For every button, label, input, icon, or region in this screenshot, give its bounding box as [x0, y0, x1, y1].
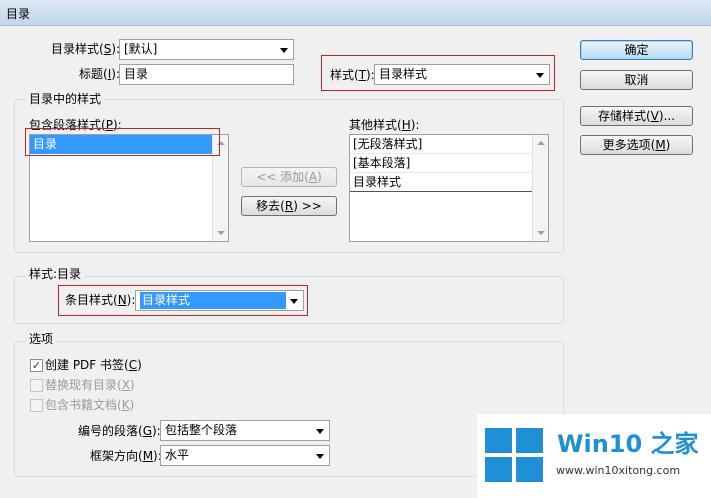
- chevron-down-icon: [280, 48, 288, 53]
- title-input[interactable]: 目录: [119, 64, 294, 85]
- save-style-button[interactable]: 存储样式(V)...: [580, 106, 693, 126]
- toc-style-label: 目录样式(S):: [51, 42, 121, 56]
- scrollbar[interactable]: [532, 135, 548, 241]
- list-item[interactable]: [基本段落]: [350, 154, 532, 173]
- entry-style-value: 目录样式: [140, 292, 286, 309]
- include-highlight-box: [25, 128, 220, 156]
- scroll-down-icon[interactable]: [217, 231, 225, 235]
- scroll-up-icon[interactable]: [537, 141, 545, 145]
- numbered-paragraphs-dropdown[interactable]: 包括整个段落: [160, 420, 330, 441]
- pdf-bookmarks-label[interactable]: 创建 PDF 书签(C): [45, 357, 142, 373]
- toc-style-dropdown[interactable]: [默认]: [119, 39, 294, 60]
- style-dropdown[interactable]: 目录样式: [374, 64, 550, 85]
- scroll-down-icon[interactable]: [537, 231, 545, 235]
- chevron-down-icon: [536, 73, 544, 78]
- title-value: 目录: [124, 67, 149, 81]
- chevron-down-icon: [290, 299, 298, 304]
- numbered-paragraphs-label: 编号的段落(G):: [78, 424, 161, 438]
- include-book-checkbox[interactable]: [30, 399, 43, 412]
- style-toc-group-label: 样式:目录: [26, 266, 85, 282]
- add-button[interactable]: << 添加(A): [241, 167, 337, 187]
- watermark-title: Win10 之家: [557, 430, 699, 458]
- frame-direction-value: 水平: [165, 448, 190, 462]
- entry-style-label: 条目样式(N):: [65, 293, 136, 307]
- frame-direction-label: 框架方向(M):: [90, 449, 162, 463]
- remove-button[interactable]: 移去(R) >>: [241, 196, 337, 216]
- windows-logo-icon: [485, 428, 543, 482]
- other-styles-label: 其他样式(H):: [349, 118, 420, 132]
- pdf-bookmarks-checkbox[interactable]: ✓: [30, 359, 43, 372]
- toc-style-value: [默认]: [124, 42, 158, 56]
- chevron-down-icon: [316, 429, 324, 434]
- style-label: 样式(T):: [330, 68, 375, 82]
- frame-direction-dropdown[interactable]: 水平: [160, 445, 330, 466]
- list-item[interactable]: [无段落样式]: [350, 135, 532, 154]
- include-book-label[interactable]: 包含书籍文档(K): [45, 397, 134, 413]
- ok-button[interactable]: 确定: [580, 40, 693, 60]
- watermark-logo: Win10 之家 www.win10xitong.com: [477, 414, 711, 498]
- numbered-paragraphs-value: 包括整个段落: [165, 423, 238, 437]
- replace-existing-label[interactable]: 替换现有目录(X): [45, 377, 135, 393]
- more-options-button[interactable]: 更多选项(M): [580, 135, 693, 155]
- chevron-down-icon: [316, 454, 324, 459]
- watermark-url: www.win10xitong.com: [556, 464, 681, 477]
- options-group-label: 选项: [26, 331, 57, 347]
- style-value: 目录样式: [379, 67, 428, 81]
- title-label: 标题(I):: [79, 67, 120, 81]
- other-styles-list[interactable]: [无段落样式] [基本段落] 目录样式: [349, 134, 549, 242]
- window-title: 目录: [6, 7, 31, 21]
- entry-style-dropdown[interactable]: 目录样式: [135, 290, 304, 311]
- styles-in-toc-group-label: 目录中的样式: [26, 91, 105, 107]
- replace-existing-checkbox[interactable]: [30, 379, 43, 392]
- title-bar: 目录: [0, 0, 711, 26]
- list-item[interactable]: 目录样式: [350, 173, 532, 192]
- cancel-button[interactable]: 取消: [580, 70, 693, 90]
